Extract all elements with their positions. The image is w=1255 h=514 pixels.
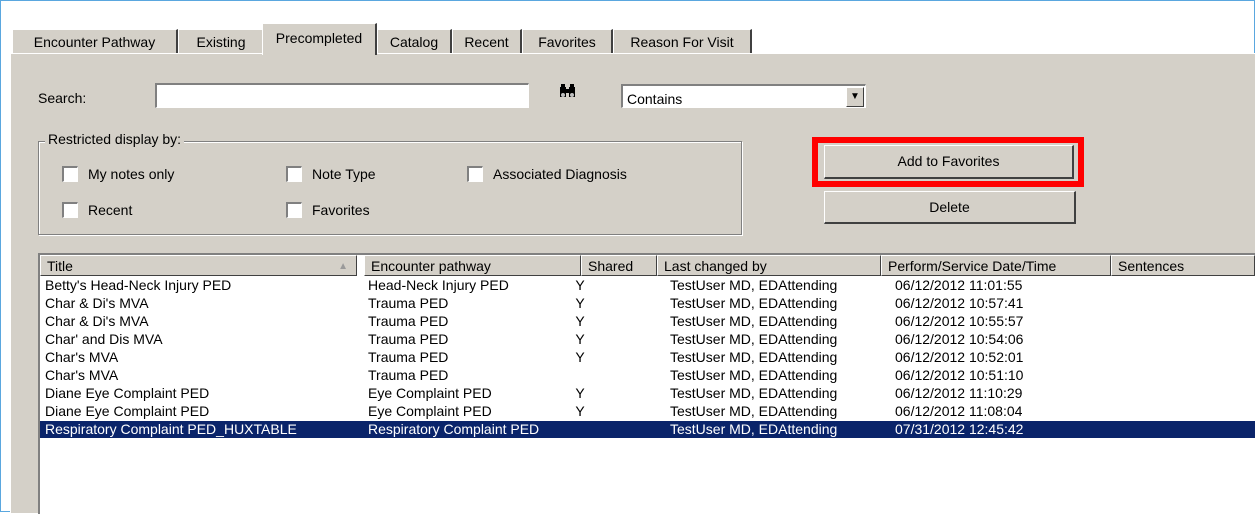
chevron-down-icon[interactable]: ▼ bbox=[846, 87, 864, 107]
cell-last-changed-by: TestUser MD, EDAttending bbox=[670, 403, 838, 419]
cell-last-changed-by: TestUser MD, EDAttending bbox=[670, 277, 838, 293]
search-mode-value: Contains bbox=[627, 91, 683, 107]
cell-last-changed-by: TestUser MD, EDAttending bbox=[670, 295, 838, 311]
recent-checkbox[interactable] bbox=[62, 202, 78, 218]
cell-encounter-pathway: Trauma PED bbox=[368, 295, 449, 311]
cell-last-changed-by: TestUser MD, EDAttending bbox=[670, 313, 838, 329]
favorites-label: Favorites bbox=[312, 202, 370, 218]
my-notes-only-label: My notes only bbox=[88, 166, 175, 182]
tab-favorites[interactable]: Favorites bbox=[522, 29, 613, 54]
cell-shared: Y bbox=[575, 313, 585, 329]
search-mode-select[interactable]: Contains ▼ bbox=[621, 84, 866, 108]
tab-existing[interactable]: Existing bbox=[178, 29, 265, 54]
cell-perform-date: 06/12/2012 10:54:06 bbox=[895, 331, 1024, 347]
cell-encounter-pathway: Head-Neck Injury PED bbox=[368, 277, 509, 293]
cell-last-changed-by: TestUser MD, EDAttending bbox=[670, 367, 838, 383]
cell-last-changed-by: TestUser MD, EDAttending bbox=[670, 349, 838, 365]
cell-title: Char's MVA bbox=[45, 367, 119, 383]
cell-shared: Y bbox=[575, 295, 585, 311]
tab-recent[interactable]: Recent bbox=[452, 29, 522, 54]
tab-encounter-pathway[interactable]: Encounter Pathway bbox=[12, 29, 178, 54]
table-row[interactable]: Betty's Head-Neck Injury PED Head-Neck In… bbox=[40, 277, 1255, 294]
search-input[interactable] bbox=[155, 83, 529, 108]
sort-ascending-icon: ▲ bbox=[338, 261, 348, 272]
highlight-box bbox=[812, 137, 1084, 187]
associated-diagnosis-checkbox[interactable] bbox=[467, 166, 483, 182]
cell-perform-date: 07/31/2012 12:45:42 bbox=[895, 421, 1024, 437]
cell-title: Char & Di's MVA bbox=[45, 295, 149, 311]
cell-perform-date: 06/12/2012 11:10:29 bbox=[895, 385, 1023, 401]
cell-shared bbox=[575, 367, 585, 384]
search-label: Search: bbox=[38, 90, 87, 106]
my-notes-only-checkbox[interactable] bbox=[62, 166, 78, 182]
note-type-checkbox[interactable] bbox=[286, 166, 302, 182]
cell-perform-date: 06/12/2012 11:01:55 bbox=[895, 277, 1023, 293]
table-row[interactable]: Respiratory Complaint PED_HUXTABLE Respir… bbox=[40, 421, 1255, 438]
cell-perform-date: 06/12/2012 10:57:41 bbox=[895, 295, 1024, 311]
table-row[interactable]: Diane Eye Complaint PED Eye Complaint PED… bbox=[40, 385, 1255, 402]
table-row[interactable]: Char & Di's MVA Trauma PED Y TestUser MD, E… bbox=[40, 295, 1255, 312]
restricted-display-group bbox=[38, 141, 742, 235]
column-header-perform-date[interactable]: Perform/Service Date/Time bbox=[881, 255, 1111, 276]
column-header-shared[interactable]: Shared bbox=[581, 255, 657, 276]
cell-shared: Y bbox=[575, 331, 585, 347]
column-header-encounter-pathway[interactable]: Encounter pathway bbox=[364, 255, 581, 276]
cell-perform-date: 06/12/2012 10:52:01 bbox=[895, 349, 1024, 365]
column-header-title[interactable]: Title ▲ bbox=[40, 255, 357, 276]
cell-last-changed-by: TestUser MD, EDAttending bbox=[670, 385, 838, 401]
cell-title: Char' and Dis MVA bbox=[45, 331, 163, 347]
cell-encounter-pathway: Trauma PED bbox=[368, 367, 449, 383]
associated-diagnosis-label: Associated Diagnosis bbox=[493, 166, 627, 182]
cell-title: Char & Di's MVA bbox=[45, 313, 149, 329]
table-row[interactable]: Char & Di's MVA Trauma PED Y TestUser MD, E… bbox=[40, 313, 1255, 330]
cell-title: Diane Eye Complaint PED bbox=[45, 385, 210, 401]
cell-title: Betty's Head-Neck Injury PED bbox=[45, 277, 232, 293]
cell-perform-date: 06/12/2012 11:08:04 bbox=[895, 403, 1023, 419]
cell-encounter-pathway: Eye Complaint PED bbox=[368, 403, 492, 419]
table-row[interactable]: Char' and Dis MVA Trauma PED Y TestUser MD,… bbox=[40, 331, 1255, 348]
table-row[interactable]: Diane Eye Complaint PED Eye Complaint PED… bbox=[40, 403, 1255, 420]
restricted-display-title: Restricted display by: bbox=[45, 131, 185, 147]
cell-encounter-pathway: Eye Complaint PED bbox=[368, 385, 492, 401]
column-header-last-changed-by[interactable]: Last changed by bbox=[657, 255, 881, 276]
cell-last-changed-by: TestUser MD, EDAttending bbox=[670, 421, 838, 437]
cell-encounter-pathway: Trauma PED bbox=[368, 313, 449, 329]
table-row[interactable]: Char's MVA Trauma PED TestUser MD, EDAtten… bbox=[40, 367, 1255, 384]
cell-shared bbox=[575, 421, 585, 438]
cell-shared: Y bbox=[575, 277, 585, 293]
table-row[interactable]: Char's MVA Trauma PED Y TestUser MD, EDAtte… bbox=[40, 349, 1255, 366]
binoculars-icon[interactable] bbox=[558, 83, 578, 103]
cell-shared: Y bbox=[575, 403, 585, 419]
cell-title: Char's MVA bbox=[45, 349, 119, 365]
delete-button[interactable]: Delete bbox=[824, 191, 1076, 224]
favorites-checkbox[interactable] bbox=[286, 202, 302, 218]
tab-catalog[interactable]: Catalog bbox=[377, 29, 452, 54]
tab-precompleted[interactable]: Precompleted bbox=[262, 23, 377, 55]
cell-shared: Y bbox=[575, 385, 585, 401]
cell-encounter-pathway: Trauma PED bbox=[368, 331, 449, 347]
cell-title: Diane Eye Complaint PED bbox=[45, 403, 210, 419]
tab-reason-for-visit[interactable]: Reason For Visit bbox=[613, 29, 752, 54]
cell-perform-date: 06/12/2012 10:51:10 bbox=[895, 367, 1024, 383]
cell-encounter-pathway: Trauma PED bbox=[368, 349, 449, 365]
column-header-sentences[interactable]: Sentences bbox=[1111, 255, 1255, 276]
cell-shared: Y bbox=[575, 349, 585, 365]
cell-perform-date: 06/12/2012 10:55:57 bbox=[895, 313, 1024, 329]
cell-last-changed-by: TestUser MD, EDAttending bbox=[670, 331, 838, 347]
note-type-label: Note Type bbox=[312, 166, 376, 182]
cell-encounter-pathway: Respiratory Complaint PED bbox=[368, 421, 540, 437]
cell-title: Respiratory Complaint PED_HUXTABLE bbox=[45, 421, 297, 437]
recent-label: Recent bbox=[88, 202, 133, 218]
